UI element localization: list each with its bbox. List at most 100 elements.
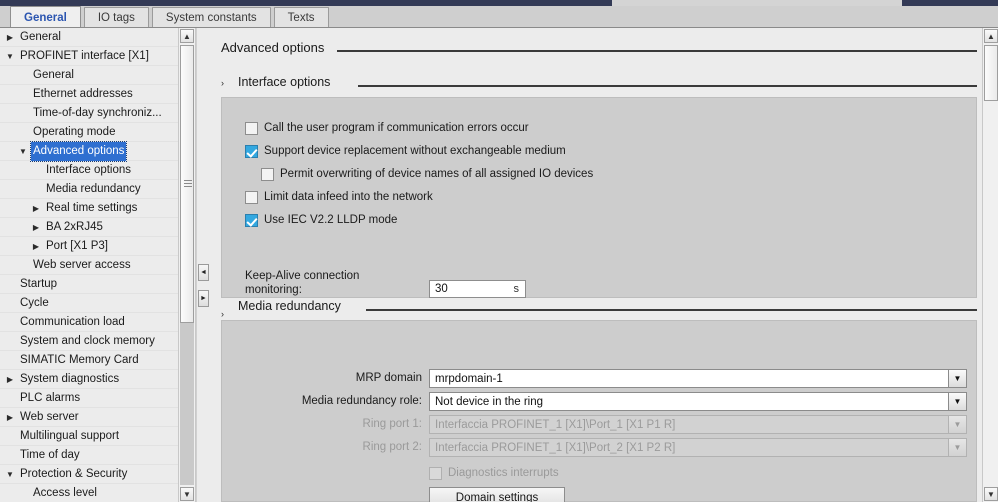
tab-io-tags[interactable]: IO tags xyxy=(83,7,149,28)
chevron-right-icon[interactable]: ▶ xyxy=(4,28,16,47)
sidebar-item-label: Startup xyxy=(20,278,58,290)
tab-bar: General IO tags System constants Texts xyxy=(0,6,998,28)
sidebar-item-protection-security[interactable]: ▼ Protection & Security xyxy=(0,465,178,484)
scrollbar-thumb[interactable] xyxy=(180,45,194,323)
sidebar-item-label: Interface options xyxy=(46,164,132,176)
chevron-down-icon[interactable]: ▼ xyxy=(4,465,16,484)
sidebar-item-web-server[interactable]: ▶ Web server xyxy=(0,408,178,427)
sidebar-item-label: Port [X1 P3] xyxy=(46,240,109,252)
splitter-collapse-left-icon[interactable]: ◄ xyxy=(198,264,209,281)
sidebar-item-port-x1-p3[interactable]: ▶ Port [X1 P3] xyxy=(0,237,178,256)
chevron-right-icon[interactable]: ▶ xyxy=(4,370,16,389)
sidebar-item-advanced-options[interactable]: ▼ Advanced options xyxy=(0,141,178,162)
sidebar-item-label: Communication load xyxy=(20,316,125,328)
checkbox-2[interactable] xyxy=(261,167,274,181)
content-scrollbar[interactable]: ▲ ▼ xyxy=(982,28,998,502)
interface-options-expander-icon[interactable]: › xyxy=(221,78,224,88)
sidebar-item-label: PLC alarms xyxy=(20,392,81,404)
tab-general[interactable]: General xyxy=(10,6,81,28)
sidebar-item-label: Access level xyxy=(33,487,97,499)
scrollbar-track-lower[interactable] xyxy=(180,323,194,485)
sidebar-item-real-time-settings[interactable]: ▶ Real time settings xyxy=(0,199,178,218)
sidebar-item-profinet-interface-x1[interactable]: ▼ PROFINET interface [X1] xyxy=(0,47,178,66)
content-scroll-up-icon[interactable]: ▲ xyxy=(984,29,998,43)
keep-alive-input[interactable]: 30 s xyxy=(429,280,526,298)
sidebar-item-label: BA 2xRJ45 xyxy=(46,221,103,233)
checkbox-row-0[interactable]: Call the user program if communication e… xyxy=(245,120,529,136)
sidebar-item-plc-alarms[interactable]: PLC alarms xyxy=(0,389,178,408)
sidebar-item-general[interactable]: ▶ General xyxy=(0,28,178,47)
scroll-down-icon[interactable]: ▼ xyxy=(180,487,194,501)
chevron-down-icon[interactable]: ▼ xyxy=(17,142,29,161)
chevron-down-icon[interactable]: ▼ xyxy=(948,393,966,410)
sidebar-item-label: Advanced options xyxy=(29,141,128,162)
chevron-down-icon: ▼ xyxy=(948,416,966,433)
sidebar-item-system-and-clock-memory[interactable]: System and clock memory xyxy=(0,332,178,351)
checkbox-4[interactable] xyxy=(245,213,258,227)
field-value-2: Interfaccia PROFINET_1 [X1]\Port_1 [X1 P… xyxy=(435,418,676,431)
tia-portal-device-properties: General IO tags System constants Texts ▶ Gen… xyxy=(0,0,998,502)
sidebar-item-ethernet-addresses[interactable]: Ethernet addresses xyxy=(0,85,178,104)
checkbox-0[interactable] xyxy=(245,121,258,135)
checkbox-row-2[interactable]: Permit overwriting of device names of al… xyxy=(261,166,593,182)
diagnostics-interrupts-row[interactable]: Diagnostics interrupts xyxy=(429,465,559,481)
sidebar-item-simatic-memory-card[interactable]: SIMATIC Memory Card xyxy=(0,351,178,370)
diagnostics-interrupts-checkbox[interactable] xyxy=(429,466,442,480)
properties-content: Advanced options › Interface options Cal… xyxy=(211,28,982,502)
sidebar-item-web-server-access[interactable]: Web server access xyxy=(0,256,178,275)
sidebar-item-interface-options[interactable]: Interface options xyxy=(0,161,178,180)
field-label-0: MRP domain xyxy=(355,372,422,384)
sidebar-item-cycle[interactable]: Cycle xyxy=(0,294,178,313)
sidebar-item-access-level[interactable]: Access level xyxy=(0,484,178,502)
splitter-collapse-right-icon[interactable]: ► xyxy=(198,290,209,307)
sidebar-item-multilingual-support[interactable]: Multilingual support xyxy=(0,427,178,446)
tab-texts[interactable]: Texts xyxy=(273,7,329,28)
field-value-1: Not device in the ring xyxy=(435,395,544,408)
scrollbar-grip-icon xyxy=(184,180,192,188)
sidebar-item-media-redundancy[interactable]: Media redundancy xyxy=(0,180,178,199)
sidebar-item-time-of-day[interactable]: Time of day xyxy=(0,446,178,465)
chevron-right-icon[interactable]: ▶ xyxy=(30,218,42,237)
sidebar-item-label: Time-of-day synchroniz... xyxy=(33,107,162,119)
checkbox-3[interactable] xyxy=(245,190,258,204)
media-redundancy-rule xyxy=(366,309,977,311)
scroll-up-icon[interactable]: ▲ xyxy=(180,29,194,43)
checkbox-1[interactable] xyxy=(245,144,258,158)
checkbox-label-2: Permit overwriting of device names of al… xyxy=(280,168,594,180)
tab-system-constants[interactable]: System constants xyxy=(151,7,271,28)
sidebar-item-label: PROFINET interface [X1] xyxy=(20,50,149,62)
sidebar-item-startup[interactable]: Startup xyxy=(0,275,178,294)
panel-splitter[interactable]: ◄ ► xyxy=(196,28,211,502)
sidebar-item-general[interactable]: General xyxy=(0,66,178,85)
chevron-down-icon[interactable]: ▼ xyxy=(948,370,966,387)
sidebar-item-label: Protection & Security xyxy=(20,468,128,480)
sidebar-item-communication-load[interactable]: Communication load xyxy=(0,313,178,332)
checkbox-row-1[interactable]: Support device replacement without excha… xyxy=(245,143,566,159)
field-combo-1[interactable]: Not device in the ring ▼ xyxy=(429,392,967,411)
field-value-0: mrpdomain-1 xyxy=(435,372,503,385)
checkbox-row-3[interactable]: Limit data infeed into the network xyxy=(245,189,433,205)
diagnostics-interrupts-label: Diagnostics interrupts xyxy=(448,467,559,479)
sidebar-item-ba-2xrj45[interactable]: ▶ BA 2xRJ45 xyxy=(0,218,178,237)
content-scroll-down-icon[interactable]: ▼ xyxy=(984,487,998,501)
chevron-right-icon[interactable]: ▶ xyxy=(30,199,42,218)
sidebar-item-label: Real time settings xyxy=(46,202,138,214)
chevron-right-icon[interactable]: ▶ xyxy=(4,408,16,427)
field-combo-0[interactable]: mrpdomain-1 ▼ xyxy=(429,369,967,388)
chevron-right-icon[interactable]: ▶ xyxy=(30,237,42,256)
checkbox-row-4[interactable]: Use IEC V2.2 LLDP mode xyxy=(245,212,397,228)
content-scrollbar-thumb[interactable] xyxy=(984,45,998,101)
navigation-tree-scrollbar[interactable]: ▲ ▼ xyxy=(178,28,196,502)
domain-settings-button[interactable]: Domain settings xyxy=(429,487,565,502)
sidebar-item-operating-mode[interactable]: Operating mode xyxy=(0,123,178,142)
page-title-rule xyxy=(337,50,977,52)
navigation-tree[interactable]: ▶ General ▼ PROFINET interface [X1] General E… xyxy=(0,28,179,502)
chevron-down-icon[interactable]: ▼ xyxy=(4,47,16,66)
media-redundancy-expander-icon[interactable]: › xyxy=(221,309,224,319)
sidebar-item-system-diagnostics[interactable]: ▶ System diagnostics xyxy=(0,370,178,389)
sidebar-item-time-of-day-synchroniz[interactable]: Time-of-day synchroniz... xyxy=(0,104,178,123)
